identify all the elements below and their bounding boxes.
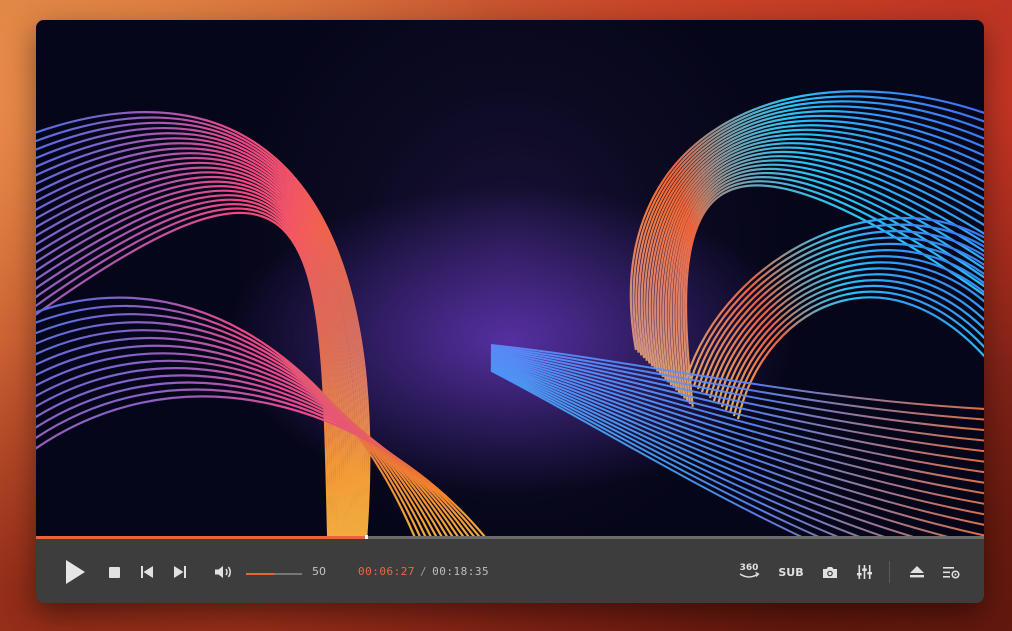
total-time: 00:18:35 (432, 565, 490, 578)
vr-360-icon: 360 (740, 563, 760, 578)
next-icon (174, 566, 186, 578)
volume-button[interactable] (214, 563, 234, 581)
volume-slider-fill (246, 573, 274, 575)
time-separator: / (419, 565, 428, 578)
video-player-window: 50 00:06:27 / 00:18:35 360 SUB (36, 20, 984, 603)
time-display: 00:06:27 / 00:18:35 (358, 565, 489, 578)
vr-360-label: 360 (740, 563, 759, 573)
eject-icon (910, 566, 924, 578)
subtitle-button[interactable]: SUB (776, 563, 806, 581)
eject-button[interactable] (907, 563, 927, 581)
current-time: 00:06:27 (358, 565, 415, 578)
volume-value: 50 (312, 565, 326, 578)
video-frame-art (36, 20, 984, 536)
previous-button[interactable] (139, 564, 155, 580)
playlist-icon (942, 566, 960, 579)
playlist-button[interactable] (940, 563, 962, 581)
stop-button[interactable] (106, 564, 122, 580)
equalizer-icon (856, 565, 872, 579)
vr-360-button[interactable]: 360 (736, 557, 762, 585)
play-icon (66, 560, 85, 584)
toolbar-divider (889, 561, 890, 583)
play-button[interactable] (62, 558, 88, 586)
next-button[interactable] (172, 564, 188, 580)
volume-icon (214, 566, 231, 578)
previous-icon (141, 566, 153, 578)
control-bar: 50 00:06:27 / 00:18:35 360 SUB (36, 539, 984, 603)
subtitle-icon: SUB (778, 565, 804, 579)
stop-icon (108, 566, 120, 578)
equalizer-button[interactable] (854, 563, 874, 581)
screenshot-button[interactable] (820, 563, 840, 581)
video-display[interactable] (36, 20, 984, 536)
camera-icon (823, 566, 837, 578)
volume-slider[interactable] (246, 573, 302, 575)
